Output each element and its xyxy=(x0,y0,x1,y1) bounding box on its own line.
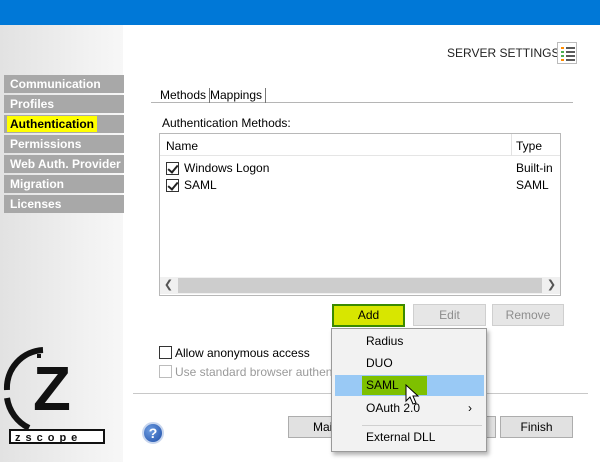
scroll-right-icon[interactable]: ❯ xyxy=(543,277,560,294)
scrollbar-thumb[interactable] xyxy=(178,278,542,293)
column-divider[interactable] xyxy=(511,134,512,156)
logo-wordmark: zscope xyxy=(15,432,82,444)
scroll-left-icon[interactable]: ❮ xyxy=(160,277,177,294)
row-checkbox[interactable] xyxy=(166,162,179,175)
list-item[interactable]: SAML SAML xyxy=(160,177,560,194)
allow-anonymous-label: Allow anonymous access xyxy=(175,346,310,360)
list-item[interactable]: Windows Logon Built-in xyxy=(160,160,560,177)
mouse-cursor-icon xyxy=(405,384,420,405)
nav-item-label: Migration xyxy=(10,177,64,191)
nav-item-label: Authentication xyxy=(7,116,97,132)
horizontal-scrollbar[interactable]: ❮ ❯ xyxy=(160,277,560,294)
standard-browser-label: Use standard browser authentica xyxy=(175,365,352,379)
nav-item-label: Web Auth. Provider xyxy=(10,157,121,171)
auth-methods-label: Authentication Methods: xyxy=(162,116,291,130)
nav-item-licenses[interactable]: Licenses xyxy=(4,195,124,213)
nav-item-migration[interactable]: Migration xyxy=(4,175,124,193)
nav-item-communication[interactable]: Communication xyxy=(4,75,124,93)
nav-item-label: Communication xyxy=(10,77,101,91)
submenu-arrow-icon: › xyxy=(468,401,472,415)
row-checkbox[interactable] xyxy=(166,179,179,192)
nav-item-authentication[interactable]: Authentication xyxy=(4,115,124,133)
menu-item-external-dll[interactable]: External DLL xyxy=(335,427,484,448)
auth-methods-list[interactable]: Name Type Windows Logon Built-in SAML SA… xyxy=(159,133,561,296)
menu-separator xyxy=(362,425,482,426)
menu-item-radius[interactable]: Radius xyxy=(335,331,484,352)
window-titlebar[interactable] xyxy=(0,0,600,25)
nav-item-label: Profiles xyxy=(10,97,55,111)
tab-mappings[interactable]: Mappings xyxy=(207,88,267,103)
list-header: Name Type xyxy=(160,134,560,156)
standard-browser-checkbox[interactable] xyxy=(159,365,172,378)
tab-strip: Methods Mappings xyxy=(151,88,573,103)
nav-item-label: Permissions xyxy=(10,137,82,151)
edit-button[interactable]: Edit xyxy=(413,304,486,326)
add-button[interactable]: Add xyxy=(332,304,405,327)
column-header-type[interactable]: Type xyxy=(516,139,542,153)
finish-button[interactable]: Finish xyxy=(500,416,573,438)
row-type: SAML xyxy=(516,178,549,192)
help-icon[interactable]: ? xyxy=(142,422,164,444)
nav-item-profiles[interactable]: Profiles xyxy=(4,95,124,113)
nav-item-web-auth-provider[interactable]: Web Auth. Provider xyxy=(4,155,124,173)
logo-letter: Z xyxy=(33,355,71,424)
row-name: Windows Logon xyxy=(184,161,270,175)
server-settings-label: SERVER SETTINGS xyxy=(447,46,560,60)
row-name: SAML xyxy=(184,178,217,192)
column-header-name[interactable]: Name xyxy=(166,139,198,153)
tab-methods[interactable]: Methods xyxy=(157,88,211,103)
remove-button[interactable]: Remove xyxy=(492,304,564,326)
menu-item-duo[interactable]: DUO xyxy=(335,353,484,374)
server-settings-list-icon[interactable] xyxy=(557,42,577,64)
row-type: Built-in xyxy=(516,161,553,175)
nav-item-label: Licenses xyxy=(10,197,62,211)
nav-item-permissions[interactable]: Permissions xyxy=(4,135,124,153)
allow-anonymous-checkbox[interactable] xyxy=(159,346,172,359)
zscope-logo: Z zscope xyxy=(3,347,105,444)
